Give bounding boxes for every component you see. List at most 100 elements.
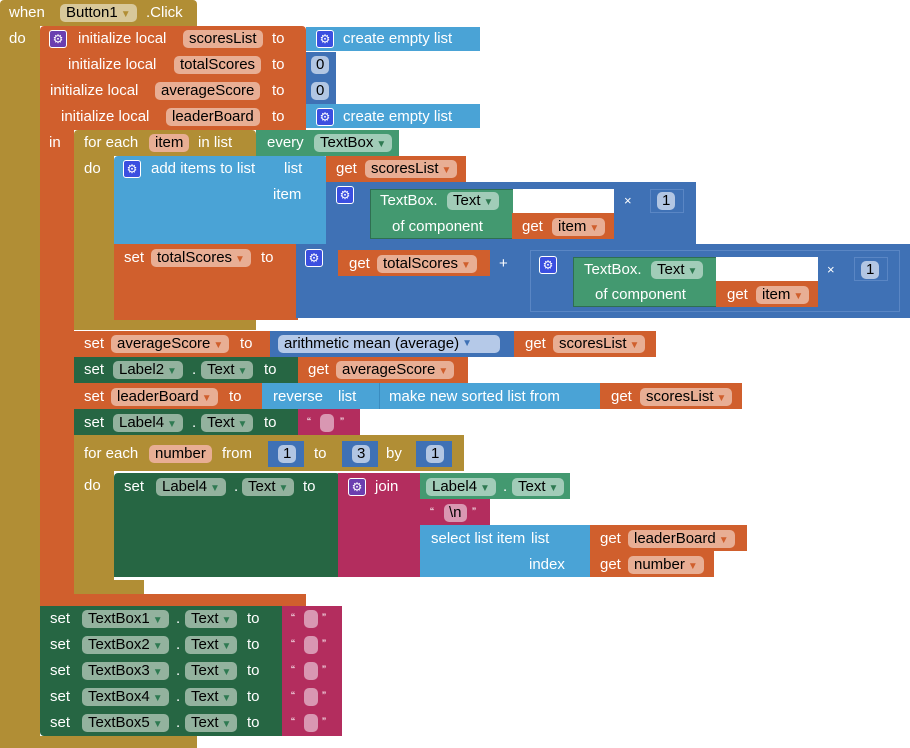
open-quote: “ — [291, 611, 295, 625]
event-block-left-bar — [0, 24, 40, 740]
component-dropdown[interactable]: Label4 ▼ — [426, 478, 496, 496]
property-dropdown[interactable]: Text ▼ — [185, 662, 238, 680]
text-field[interactable] — [304, 688, 318, 706]
text-field[interactable] — [304, 714, 318, 732]
property-dropdown[interactable]: Text ▼ — [651, 261, 704, 279]
event-block-bottom — [0, 736, 197, 748]
component-dropdown[interactable]: TextBox2 ▼ — [82, 636, 169, 654]
dropdown-arrow-icon: ▼ — [237, 366, 248, 377]
number-field[interactable]: 1 — [657, 192, 676, 210]
component-dropdown[interactable]: TextBox5 ▼ — [82, 714, 169, 732]
for-each-item-left-bar — [74, 154, 114, 330]
text-field[interactable] — [304, 610, 318, 628]
component-dropdown[interactable]: TextBox3 ▼ — [82, 662, 169, 680]
text-field[interactable]: \n — [444, 504, 467, 522]
to-label: to — [261, 249, 274, 266]
component-dropdown[interactable]: Label2 ▼ — [113, 361, 183, 379]
gear-icon[interactable]: ⚙ — [348, 478, 366, 496]
variable-dropdown[interactable]: item ▼ — [552, 218, 606, 236]
get-label: get — [600, 556, 621, 573]
loop-var-field[interactable]: item — [149, 134, 190, 152]
var-name-field[interactable]: scoresList — [183, 30, 263, 48]
property-dropdown[interactable]: Text ▼ — [242, 478, 295, 496]
create-empty-list-label: create empty list — [343, 30, 453, 47]
to-label: to — [247, 636, 260, 653]
get-label: get — [522, 218, 543, 235]
to-label: to — [247, 714, 260, 731]
property-dropdown[interactable]: Text ▼ — [185, 714, 238, 732]
component-dropdown[interactable]: TextBox4 ▼ — [82, 688, 169, 706]
in-label: in — [49, 134, 61, 151]
number-field[interactable]: 1 — [861, 261, 880, 279]
variable-dropdown[interactable]: leaderBoard ▼ — [111, 388, 218, 406]
empty-space — [716, 257, 818, 281]
list-label: list — [338, 388, 357, 405]
component-type-dropdown[interactable]: TextBox ▼ — [314, 134, 393, 152]
set-label: set — [124, 478, 145, 495]
empty-space — [513, 189, 614, 213]
var-name-field[interactable]: averageScore — [155, 82, 261, 100]
variable-dropdown[interactable]: scoresList ▼ — [640, 388, 733, 406]
text-field[interactable] — [320, 414, 334, 432]
event-name: .Click — [146, 4, 183, 21]
component-dropdown[interactable]: Button1 ▼ — [60, 4, 137, 22]
number-field[interactable]: 1 — [278, 445, 297, 463]
open-quote: “ — [291, 637, 295, 651]
close-quote: ” — [340, 415, 344, 429]
variable-dropdown[interactable]: scoresList ▼ — [365, 160, 458, 178]
add-items-label: add items to list — [151, 160, 256, 177]
dropdown-arrow-icon: ▼ — [235, 254, 245, 265]
list-label: list — [531, 530, 550, 547]
set-label: set — [124, 249, 145, 266]
variable-dropdown[interactable]: scoresList ▼ — [553, 335, 646, 353]
variable-dropdown[interactable]: number ▼ — [628, 556, 704, 574]
dot-label: . — [192, 361, 197, 378]
loop-var-field[interactable]: number — [149, 445, 212, 463]
init-label: initialize local — [78, 30, 167, 47]
variable-dropdown[interactable]: averageScore ▼ — [336, 361, 455, 379]
gear-icon[interactable]: ⚙ — [305, 249, 323, 267]
property-dropdown[interactable]: Text ▼ — [512, 478, 565, 496]
to-label: to — [247, 662, 260, 679]
get-label: get — [611, 388, 632, 405]
gear-icon[interactable]: ⚙ — [336, 186, 354, 204]
var-name-field[interactable]: totalScores — [174, 56, 262, 74]
gear-icon[interactable]: ⚙ — [316, 108, 334, 126]
property-dropdown[interactable]: Text ▼ — [201, 414, 254, 432]
variable-dropdown[interactable]: averageScore ▼ — [111, 335, 230, 353]
property-dropdown[interactable]: Text ▼ — [185, 610, 238, 628]
property-dropdown[interactable]: Text ▼ — [447, 192, 500, 210]
dropdown-arrow-icon: ▼ — [718, 535, 729, 546]
math-operation-dropdown[interactable]: arithmetic mean (average) ▼ — [278, 335, 500, 353]
property-dropdown[interactable]: Text ▼ — [201, 361, 254, 379]
dropdown-arrow-icon: ▼ — [716, 393, 727, 404]
number-field[interactable]: 3 — [352, 445, 371, 463]
gear-icon[interactable]: ⚙ — [539, 256, 557, 274]
for-each-label: for each — [84, 134, 139, 151]
plus-operator: + — [499, 255, 508, 272]
variable-dropdown[interactable]: totalScores ▼ — [377, 255, 477, 273]
dropdown-arrow-icon: ▼ — [221, 667, 232, 678]
component-dropdown[interactable]: TextBox1 ▼ — [82, 610, 169, 628]
variable-dropdown[interactable]: item ▼ — [756, 286, 810, 304]
var-name-field[interactable]: leaderBoard — [166, 108, 260, 126]
variable-dropdown[interactable]: leaderBoard ▼ — [628, 530, 735, 548]
reverse-label: reverse — [273, 388, 324, 405]
property-dropdown[interactable]: Text ▼ — [185, 636, 238, 654]
component-dropdown[interactable]: Label4 ▼ — [113, 414, 183, 432]
gear-icon[interactable]: ⚙ — [316, 30, 334, 48]
to-label: to — [264, 361, 277, 378]
dropdown-arrow-icon: ▼ — [167, 366, 177, 377]
to-label: to — [272, 30, 285, 47]
variable-dropdown[interactable]: totalScores ▼ — [151, 249, 251, 267]
component-dropdown[interactable]: Label4 ▼ — [156, 478, 226, 496]
gear-icon[interactable]: ⚙ — [123, 160, 141, 178]
number-field[interactable]: 0 — [311, 56, 330, 74]
set-label: set — [50, 688, 71, 705]
number-field[interactable]: 0 — [311, 82, 330, 100]
number-field[interactable]: 1 — [426, 445, 445, 463]
property-dropdown[interactable]: Text ▼ — [185, 688, 238, 706]
gear-icon[interactable]: ⚙ — [49, 30, 67, 48]
text-field[interactable] — [304, 636, 318, 654]
text-field[interactable] — [304, 662, 318, 680]
